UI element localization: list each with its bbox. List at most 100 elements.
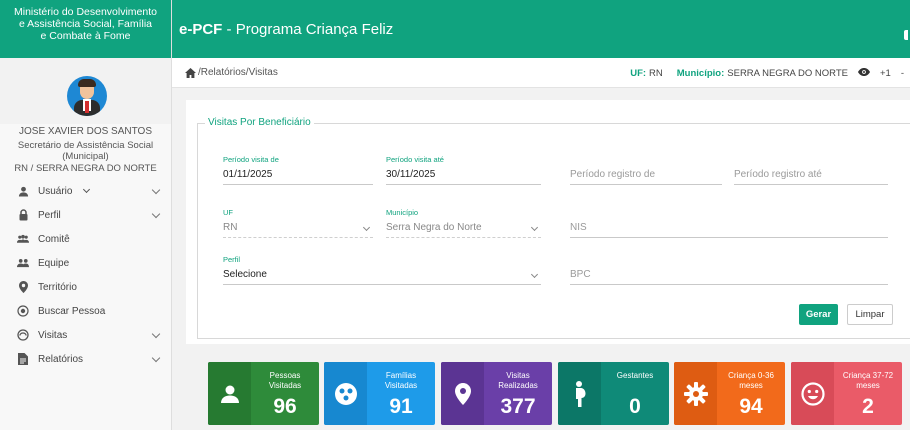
field-label: Período visita de — [223, 155, 279, 164]
sidebar-item-label: Comitê — [38, 233, 70, 245]
team-icon — [17, 257, 29, 269]
chevron-down-icon — [530, 270, 539, 279]
card-value: 91 — [389, 395, 413, 418]
chevron-down-icon — [362, 223, 371, 232]
avatar[interactable] — [67, 76, 107, 116]
user-role-scope: (Municipal) — [62, 151, 109, 162]
periodo-visita-de-field[interactable]: Período visita de 01/11/2025 — [223, 155, 373, 185]
context-info: UF: RN Município: SERRA NEGRA DO NORTE +… — [630, 68, 904, 79]
field-value: RN — [223, 222, 238, 233]
smile-icon — [791, 362, 834, 425]
app-title-separator: - — [222, 21, 236, 38]
field-label: Perfil — [223, 255, 241, 264]
clock-icon — [17, 329, 29, 341]
card-title: Famílias Visitadas — [384, 371, 418, 390]
sidebar-item-label: Buscar Pessoa — [38, 305, 106, 317]
card-value: 377 — [500, 395, 536, 418]
field-value: 30/11/2025 — [386, 169, 436, 180]
nis-field[interactable]: NIS — [570, 208, 888, 238]
card-title: Criança 0-36 meses — [728, 371, 774, 390]
sidebar-item-territorio[interactable]: Território — [0, 275, 171, 299]
user-role: Secretário de Assistência Social — [17, 139, 154, 151]
municipio-label: Município: — [676, 68, 725, 79]
chevron-down-icon — [151, 185, 161, 195]
uf-label: UF: — [630, 68, 647, 79]
app-title: e-PCF - Programa Criança Feliz — [179, 21, 393, 38]
municipio-select[interactable]: Município Serra Negra do Norte — [386, 208, 541, 238]
card-crianca-0-36[interactable]: Criança 0-36 meses 94 — [674, 362, 785, 425]
card-familias-visitadas[interactable]: Famílias Visitadas 91 — [324, 362, 435, 425]
card-pessoas-visitadas[interactable]: Pessoas Visitadas 96 — [208, 362, 319, 425]
lock-icon — [17, 209, 29, 221]
map-pin-icon — [441, 362, 484, 425]
card-value: 96 — [273, 395, 297, 418]
field-placeholder: NIS — [570, 222, 587, 233]
sidebar-item-buscar-pessoa[interactable]: Buscar Pessoa — [0, 299, 171, 323]
sidebar-item-visitas[interactable]: Visitas — [0, 323, 171, 347]
field-placeholder: BPC — [570, 269, 591, 280]
profile-info: JOSE XAVIER DOS SANTOS Secretário de Ass… — [0, 124, 171, 174]
sidebar-item-perfil[interactable]: Perfil — [0, 203, 171, 227]
sidebar-item-label: Usuário — [38, 185, 73, 197]
sidebar-item-label: Território — [38, 281, 77, 293]
uf-select[interactable]: UF RN — [223, 208, 373, 238]
field-placeholder: Período registro até — [734, 169, 822, 180]
person-icon — [17, 185, 29, 197]
filter-legend: Visitas Por Beneficiário — [205, 117, 314, 128]
field-value: Serra Negra do Norte — [386, 222, 482, 233]
font-decrease[interactable]: - — [901, 68, 904, 79]
document-icon — [17, 353, 29, 365]
card-crianca-37-72[interactable]: Criança 37-72 meses 2 — [791, 362, 902, 425]
profile-banner — [0, 58, 171, 124]
municipio-value: SERRA NEGRA DO NORTE — [727, 68, 848, 79]
home-icon[interactable] — [185, 67, 196, 78]
perfil-select[interactable]: Perfil Selecione — [223, 255, 541, 285]
org-name-line2: e Assistência Social, Família — [18, 18, 153, 30]
field-value: Selecione — [223, 269, 267, 280]
app-short-name: e-PCF — [179, 21, 223, 38]
app-full-name: Programa Criança Feliz — [235, 21, 394, 38]
target-icon — [17, 305, 29, 317]
card-gestantes[interactable]: Gestantes 0 — [558, 362, 669, 425]
card-value: 0 — [629, 395, 641, 418]
sidebar-item-label: Equipe — [38, 257, 70, 269]
chevron-down-icon — [151, 209, 161, 219]
limpar-button[interactable]: Limpar — [847, 304, 893, 325]
periodo-registro-ate-field[interactable]: Período registro até — [734, 155, 888, 185]
chevron-down-icon — [151, 329, 161, 339]
sidebar-item-comite[interactable]: Comitê — [0, 227, 171, 251]
breadcrumb-path[interactable]: /Relatórios/Visitas — [198, 67, 278, 78]
font-increase[interactable]: +1 — [880, 68, 891, 79]
card-value: 94 — [739, 395, 763, 418]
sidebar: Ministério do Desenvolvimento e Assistên… — [0, 0, 172, 430]
map-pin-icon — [17, 281, 29, 293]
gerar-button[interactable]: Gerar — [799, 304, 838, 325]
chevron-down-icon — [151, 353, 161, 363]
person-icon — [208, 362, 251, 425]
sidebar-item-relatorios[interactable]: Relatórios — [0, 347, 171, 371]
field-label: UF — [223, 208, 233, 217]
org-name-line1: Ministério do Desenvolvimento — [14, 6, 157, 18]
user-menu-icon[interactable] — [904, 30, 908, 40]
pregnant-icon — [558, 362, 601, 425]
sidebar-item-usuario[interactable]: Usuário — [0, 179, 171, 203]
card-title: Visitas Realizadas — [498, 371, 538, 390]
top-bar: e-PCF - Programa Criança Feliz — [172, 0, 910, 58]
periodo-registro-de-field[interactable]: Período registro de — [570, 155, 722, 185]
field-placeholder: Período registro de — [570, 169, 656, 180]
field-value: 01/11/2025 — [223, 169, 273, 180]
uf-value: RN — [649, 68, 663, 79]
org-name-line3: e Combate à Fome — [40, 30, 131, 42]
user-name: JOSE XAVIER DOS SANTOS — [19, 126, 152, 137]
periodo-visita-ate-field[interactable]: Período visita até 30/11/2025 — [386, 155, 541, 185]
card-title: Gestantes — [616, 371, 654, 380]
org-header: Ministério do Desenvolvimento e Assistên… — [0, 0, 171, 58]
card-visitas-realizadas[interactable]: Visitas Realizadas 377 — [441, 362, 552, 425]
bpc-field[interactable]: BPC — [570, 255, 888, 285]
user-location: RN / SERRA NEGRA DO NORTE — [14, 162, 157, 174]
sidebar-item-label: Perfil — [38, 209, 61, 221]
sidebar-item-equipe[interactable]: Equipe — [0, 251, 171, 275]
eye-icon[interactable] — [857, 68, 870, 79]
card-title: Criança 37-72 meses — [842, 371, 894, 390]
sidebar-menu: Usuário Perfil Comitê Equipe Território … — [0, 179, 171, 371]
